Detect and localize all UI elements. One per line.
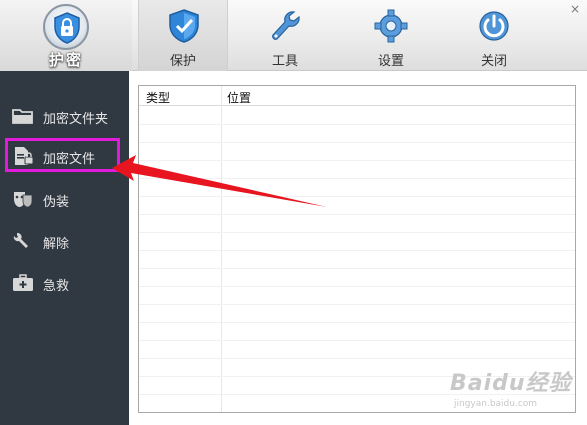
sidebar-item-label: 加密文件夹 bbox=[43, 112, 109, 127]
table-row bbox=[139, 179, 575, 197]
lock-shield-icon bbox=[43, 4, 89, 50]
sidebar-item-label: 急救 bbox=[43, 279, 70, 294]
highlight-annotation bbox=[5, 138, 120, 172]
table-row bbox=[139, 305, 575, 323]
tab-close[interactable]: 关闭 bbox=[449, 0, 539, 71]
first-aid-kit-icon bbox=[13, 274, 33, 291]
table-row bbox=[139, 269, 575, 287]
table-row bbox=[139, 197, 575, 215]
table-row bbox=[139, 215, 575, 233]
table-row bbox=[139, 125, 575, 143]
tab-close-label: 关闭 bbox=[480, 54, 507, 69]
folder-icon bbox=[12, 109, 33, 124]
sidebar-item-disguise[interactable]: 伪装 bbox=[0, 181, 129, 217]
window-close-button[interactable]: × bbox=[570, 2, 580, 16]
sidebar-item-encrypt-folder[interactable]: 加密文件夹 bbox=[0, 98, 129, 134]
sidebar: 加密文件夹 加密文件 伪装 解除 急救 bbox=[0, 71, 129, 425]
wrench-icon bbox=[272, 11, 300, 40]
table-row bbox=[139, 287, 575, 305]
watermark-url: jingyan.baidu.com bbox=[454, 399, 538, 409]
file-list-table[interactable]: 类型 位置 bbox=[138, 85, 576, 413]
tab-protect[interactable]: 保护 bbox=[138, 0, 228, 71]
table-header: 类型 位置 bbox=[139, 86, 575, 106]
table-row bbox=[139, 233, 575, 251]
sidebar-item-remove[interactable]: 解除 bbox=[0, 223, 129, 259]
tab-settings-label: 设置 bbox=[377, 54, 404, 69]
gear-icon bbox=[374, 9, 408, 43]
baidu-watermark: Baidu经验 jingyan.baidu.com bbox=[450, 365, 580, 409]
mask-icon bbox=[14, 192, 33, 208]
tab-settings[interactable]: 设置 bbox=[346, 0, 436, 71]
sidebar-item-first-aid[interactable]: 急救 bbox=[0, 265, 129, 301]
logo-text: 护密 bbox=[48, 51, 83, 69]
app-logo: 护密 bbox=[0, 0, 132, 71]
sidebar-item-label: 伪装 bbox=[43, 195, 70, 210]
table-row bbox=[139, 143, 575, 161]
column-header-type[interactable]: 类型 bbox=[146, 89, 170, 106]
top-toolbar: 护密 保护 工具 设置 关闭 × bbox=[0, 0, 587, 71]
tab-tools-label: 工具 bbox=[271, 54, 298, 69]
watermark-brand: Baidu经验 bbox=[450, 371, 572, 396]
sidebar-item-label: 解除 bbox=[43, 237, 70, 252]
table-row bbox=[139, 323, 575, 341]
power-icon bbox=[479, 11, 509, 41]
table-row bbox=[139, 107, 575, 125]
column-header-location[interactable]: 位置 bbox=[227, 89, 251, 106]
table-row bbox=[139, 251, 575, 269]
shield-icon bbox=[169, 9, 199, 43]
tab-tools[interactable]: 工具 bbox=[240, 0, 330, 71]
table-row bbox=[139, 161, 575, 179]
table-row bbox=[139, 341, 575, 359]
tab-protect-label: 保护 bbox=[169, 54, 196, 69]
unlock-icon bbox=[13, 232, 28, 248]
